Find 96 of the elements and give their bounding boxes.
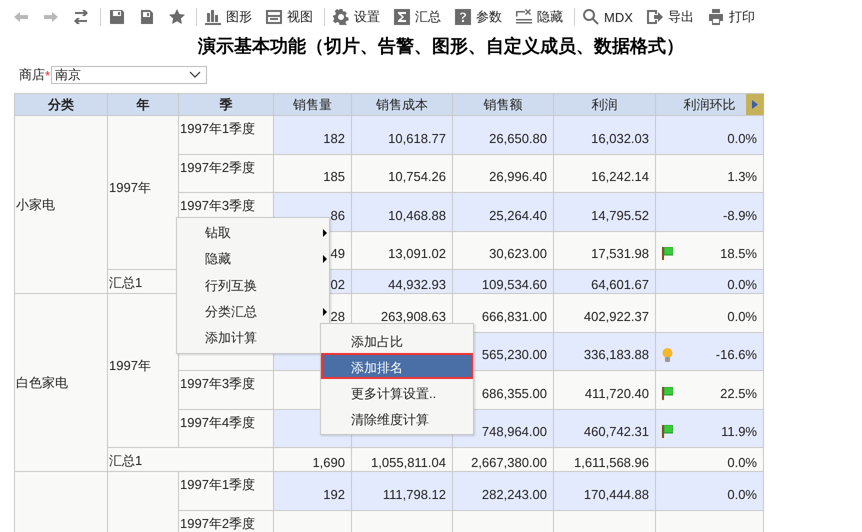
menu-item[interactable]: 添加排名 [321,353,473,379]
hide-icon [516,9,532,25]
table-cell: 16,032.03 [554,116,656,154]
table-cell: 666,831.00 [452,294,554,332]
report-title: 演示基本功能（切片、告警、图形、自定义成员、数据格式） [196,35,685,58]
total-cell: 0.0% [656,270,764,294]
flag-icon [662,386,673,400]
growth-cell: -16.6% [656,332,764,370]
quarter-cell: 1997年2季度 [178,154,274,192]
table-cell: 26,650.80 [452,116,554,154]
quarter-cell: 1997年2季度 [178,510,274,532]
column-header: 销售成本 [352,94,452,116]
growth-cell: 1.3% [656,154,764,192]
star-icon [169,9,185,25]
save-as-icon [139,9,155,25]
quarter-cell: 1997年4季度 [178,409,274,448]
total-cell: 0.0% [656,448,764,472]
chevron-down-icon [189,71,202,79]
toolbar-button[interactable]: 导出 [644,6,701,28]
flag-icon [662,425,673,438]
search-icon [583,9,599,25]
column-header: 销售额 [452,94,554,116]
total-cell: 1,690 [274,448,352,472]
growth-cell: 0.0% [656,294,764,332]
table-cell: 185 [274,154,352,192]
growth-cell: 0.0% [656,116,764,154]
quarter-cell: 1997年1季度 [178,116,274,154]
table-cell: 336,183.88 [554,332,656,370]
year-cell [108,472,178,532]
toolbar-button[interactable]: 打印 [704,6,762,28]
column-header: 分类 [14,94,108,116]
bar-chart-icon [205,9,221,25]
back-arrow-icon [13,9,29,25]
table-cell: 13,091.02 [352,231,452,270]
table-cell: 170,444.88 [554,472,656,510]
growth-cell: 18.5% [656,231,764,270]
settings-icon [333,9,349,25]
table-cell: 192 [274,472,352,510]
quarter-cell: 1997年3季度 [178,370,274,409]
toolbar-button[interactable]: 视图 [263,6,320,28]
category-cell: 白色家电 [14,294,108,472]
store-dropdown[interactable]: 南京 [51,66,208,84]
toolbar-button[interactable]: 设置 [330,6,387,28]
table-cell: 10,468.88 [352,192,452,231]
growth-cell: -8.9% [656,192,764,231]
total-cell: 1,055,811.04 [352,448,452,472]
flag-icon [662,247,673,260]
table-cell: 16,242.14 [554,154,656,192]
year-cell: 1997年 [108,116,178,270]
table-cell: 17,531.98 [554,231,656,270]
lightbulb-icon [662,348,673,362]
table-cell: 282,243.00 [452,472,554,510]
forward-arrow-icon [43,9,59,25]
growth-cell: 0.0% [656,472,764,510]
toolbar-button[interactable]: 参数 [452,6,509,28]
table-cell: 111,798.12 [352,472,452,510]
table-cell: 460,742.31 [554,409,656,448]
growth-cell: 11.9% [656,409,764,448]
toolbar-button[interactable]: 隐藏 [513,6,570,28]
total-label-cell: 汇总1 [108,448,274,472]
table-cell: 10,618.77 [352,116,452,154]
total-cell: 2,667,380.00 [452,448,554,472]
table-cell: 182 [274,116,352,154]
total-cell: 1,611,568.96 [554,448,656,472]
column-header: 销售量 [274,94,352,116]
caret-right-icon [752,100,758,109]
table-cell: 26,996.40 [452,154,554,192]
refresh-icon [73,9,89,25]
export-icon [646,9,663,25]
expand-columns-button[interactable] [746,94,764,115]
view-layout-icon [266,9,282,25]
column-header: 年 [108,94,178,116]
growth-cell: 22.5% [656,370,764,409]
filter-label: 商店 [19,66,45,84]
quarter-cell: 1997年1季度 [178,472,274,510]
column-header: 季 [178,94,274,116]
toolbar-button[interactable]: 图形 [202,6,259,28]
toolbar-button[interactable]: MDX [580,6,640,28]
table-cell: 10,754.26 [352,154,452,192]
table-cell: 30,623.00 [452,231,554,270]
category-cell: 小家电 [14,116,108,294]
table-cell: 25,264.40 [452,192,554,231]
question-mark-icon [455,9,471,25]
total-cell: 44,932.93 [352,270,452,294]
table-cell: 14,795.52 [554,192,656,231]
required-mark: * [45,68,50,82]
table-cell: 411,720.40 [554,370,656,409]
year-cell: 1997年 [108,294,178,448]
toolbar-button[interactable]: 汇总 [391,6,448,28]
print-icon [708,9,724,25]
total-cell: 109,534.60 [452,270,554,294]
sigma-icon [394,9,410,25]
save-icon [109,9,125,25]
table-cell: 402,922.37 [554,294,656,332]
column-header: 利润 [554,94,656,116]
total-cell: 64,601.67 [554,270,656,294]
